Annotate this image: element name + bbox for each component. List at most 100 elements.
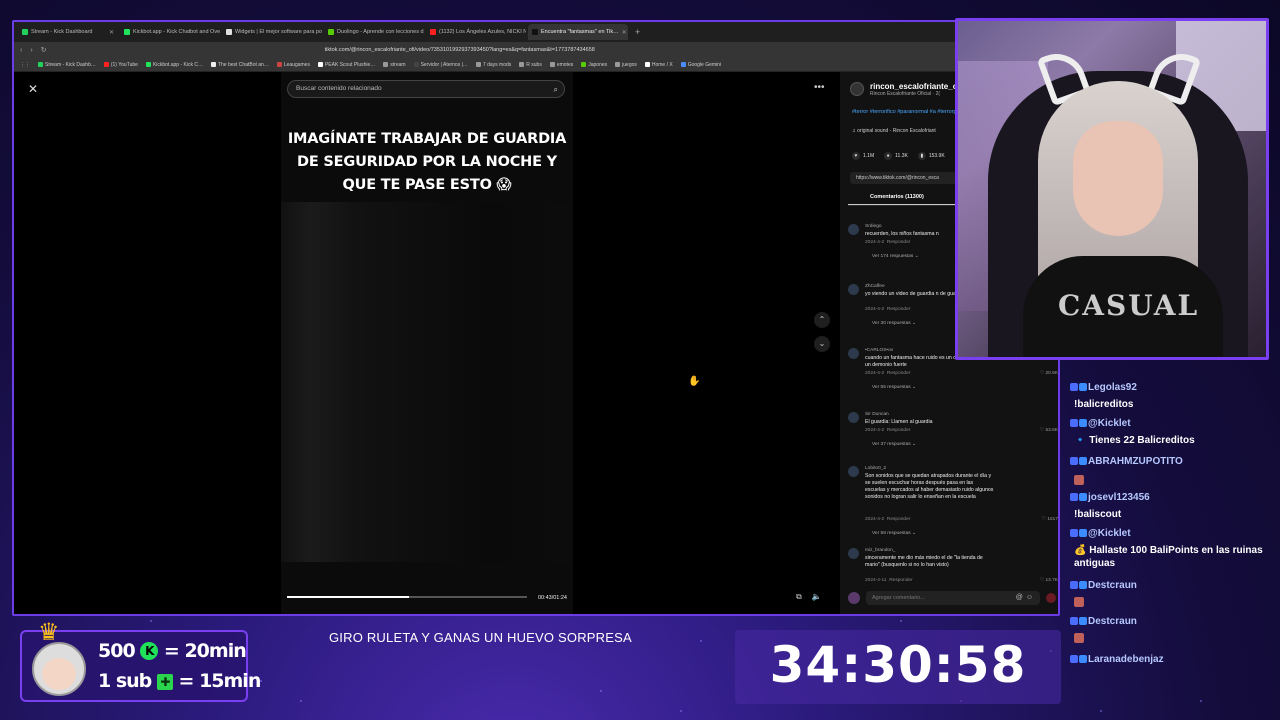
commenter-avatar[interactable] — [848, 412, 859, 423]
author-avatar[interactable] — [850, 82, 864, 96]
bookmark-item[interactable]: juegos — [615, 62, 637, 68]
chat-username[interactable]: @Kicklet — [1070, 418, 1131, 429]
bookmark-item[interactable]: Servidor | Aternos |… — [413, 62, 468, 68]
chat-username[interactable]: ABRAHMZUPOTITO — [1070, 456, 1183, 467]
close-tab-icon[interactable]: ✕ — [109, 29, 114, 36]
reply-button[interactable]: Responder — [889, 578, 912, 583]
chat-user-name[interactable]: Laranadebenjaz — [1088, 654, 1164, 665]
favicon-icon — [22, 29, 28, 35]
sound-label[interactable]: ♫ original sound - Rincon Escalofriant — [852, 128, 936, 134]
next-video-button[interactable]: ⌄ — [814, 336, 830, 352]
bookmark-item[interactable]: Kickbot.app - Kick C… — [145, 62, 203, 68]
bookmark-favicon-icon — [413, 62, 419, 67]
bookmark-item[interactable]: Google Gemini — [680, 62, 721, 68]
chat-username[interactable]: Legolas92 — [1070, 382, 1137, 393]
close-icon[interactable]: ✕ — [26, 82, 40, 96]
chat-username[interactable]: Laranadebenjaz — [1070, 654, 1164, 665]
bookmark-item[interactable]: emotes — [549, 62, 573, 68]
bookmark-item[interactable]: Home / X — [644, 62, 673, 68]
author-name[interactable]: rincon_escalofriante_of — [870, 82, 960, 91]
chat-username[interactable]: @Kicklet — [1070, 528, 1131, 539]
like-stat[interactable]: ♥ 1.1M — [852, 152, 874, 160]
previous-video-button[interactable]: ⌃ — [814, 312, 830, 328]
bookmark-item[interactable]: R subs — [519, 62, 542, 68]
comment-likes[interactable]: ♡ 20.6K — [1040, 371, 1058, 376]
bookmark-item[interactable]: PEAK Scout Plushie… — [317, 62, 375, 68]
commenter-name[interactable]: Lobito0_2 — [865, 466, 886, 471]
favicon-icon — [328, 29, 334, 35]
reply-button[interactable]: Responder — [887, 428, 910, 433]
chat-username[interactable]: josevl123456 — [1070, 492, 1150, 503]
reload-icon[interactable]: ↻ — [41, 46, 47, 54]
bookmark-item[interactable]: The best ChatBot an… — [210, 62, 269, 68]
commenter-name[interactable]: •CARLOS•ov — [865, 348, 893, 353]
commenter-name[interactable]: Srdiego — [865, 224, 882, 229]
chat-username[interactable]: Destcraun — [1070, 616, 1137, 627]
apps-icon[interactable]: ⋮⋮ — [20, 62, 30, 68]
browser-tab[interactable]: Widgets | El mejor software para po…✕ — [222, 24, 322, 40]
chat-user-name[interactable]: Destcraun — [1088, 580, 1137, 591]
bookmark-item[interactable]: (1) YouTube — [103, 62, 138, 68]
bookmark-label: juegos — [622, 61, 637, 68]
save-stat[interactable]: ▮ 153.9K — [917, 152, 945, 160]
tab-comments[interactable]: Comentarios (11300) — [870, 194, 924, 200]
new-tab-button[interactable]: + — [630, 27, 645, 37]
comment-stat[interactable]: ● 11.3K — [884, 152, 908, 160]
url-field[interactable]: tiktok.com/@rincon_escalofriante_ofi/vid… — [325, 47, 595, 53]
chat-user-name[interactable]: Legolas92 — [1088, 382, 1137, 393]
bookmark-item[interactable]: Leaugames — [276, 62, 310, 68]
video-progress-bar[interactable] — [287, 596, 527, 598]
commenter-name[interactable]: miz_brandon_ — [865, 548, 895, 553]
commenter-name[interactable]: ZhCaffee — [865, 284, 885, 289]
reply-button[interactable]: Responder — [887, 240, 910, 245]
comment-meta: 2024-4-11 Responder — [865, 578, 913, 583]
bookmark-item[interactable]: Stream - Kick Dashb… — [38, 62, 96, 68]
chat-username[interactable]: Destcraun — [1070, 580, 1137, 591]
commenter-avatar[interactable] — [848, 224, 859, 235]
bookmark-item[interactable]: 7 days mods — [475, 62, 511, 68]
comment-input[interactable]: Agregar comentario... @☺ — [866, 591, 1040, 605]
send-icon[interactable] — [1046, 593, 1056, 603]
emoji-icon[interactable]: @☺ — [1016, 591, 1036, 605]
browser-tab[interactable]: (1132) Los Ángeles Azules, NICKI NI…✕ — [426, 24, 526, 40]
view-replies-button[interactable]: Ver 30 respuestas ⌄ — [872, 321, 916, 326]
chat-user-name[interactable]: josevl123456 — [1088, 492, 1150, 503]
view-replies-button[interactable]: Ver 37 respuestas ⌄ — [872, 442, 916, 447]
view-replies-button[interactable]: Ver 174 respuestas ⌄ — [872, 254, 919, 259]
comment-likes[interactable]: ♡ 1617 — [1042, 517, 1058, 522]
view-replies-button[interactable]: Ver 55 respuestas ⌄ — [872, 385, 916, 390]
browser-tab[interactable]: Duolingo - Aprende con lecciones d…✕ — [324, 24, 424, 40]
view-replies-button[interactable]: Ver 58 respuestas ⌄ — [872, 531, 916, 536]
browser-tab[interactable]: Encuentra "fantasmas" en Tik… ✕ — [528, 24, 628, 40]
more-options-icon[interactable]: ••• — [814, 82, 825, 93]
chat-user-name[interactable]: @Kicklet — [1088, 528, 1131, 539]
commenter-avatar[interactable] — [848, 348, 859, 359]
bookmark-item[interactable]: Japones — [581, 62, 607, 68]
video-player[interactable]: Buscar contenido relacionado ⌕ IMAGÍNATE… — [281, 72, 573, 614]
volume-icon[interactable]: 🔈 — [812, 592, 822, 602]
commenter-name[interactable]: Sir Duncan — [865, 412, 889, 417]
chat-user-name[interactable]: Destcraun — [1088, 616, 1137, 627]
related-search-input[interactable]: Buscar contenido relacionado ⌕ — [287, 80, 565, 98]
reply-button[interactable]: Responder — [887, 517, 910, 522]
back-icon[interactable]: ‹ — [20, 47, 22, 54]
comment-likes[interactable]: ♡ 53.6K — [1040, 428, 1058, 433]
bookmark-favicon-icon — [145, 62, 151, 67]
commenter-avatar[interactable] — [848, 548, 859, 559]
reply-button[interactable]: Responder — [887, 371, 910, 376]
browser-tab[interactable]: Kickbot.app - Kick Chatbot and Overl…✕ — [120, 24, 220, 40]
close-tab-icon[interactable]: ✕ — [622, 29, 627, 36]
commenter-avatar[interactable] — [848, 466, 859, 477]
reply-button[interactable]: Responder — [887, 307, 910, 312]
bookmark-item[interactable]: stream — [383, 62, 406, 68]
subathon-goal-widget: ♛ 500 K = 20min 1 sub ✚ = 15min — [20, 619, 261, 702]
browser-tab[interactable]: Stream - Kick Dashboard ✕ — [18, 24, 118, 40]
comment-likes[interactable]: ♡ 13.7K — [1040, 578, 1058, 583]
chat-user-name[interactable]: @Kicklet — [1088, 418, 1131, 429]
search-icon[interactable]: ⌕ — [554, 82, 558, 98]
pip-icon[interactable]: ⧉ — [796, 592, 802, 602]
commenter-avatar[interactable] — [848, 284, 859, 295]
author-header[interactable]: rincon_escalofriante_of Rincon Escalofri… — [850, 82, 960, 97]
forward-icon[interactable]: › — [30, 47, 32, 54]
chat-user-name[interactable]: ABRAHMZUPOTITO — [1088, 456, 1183, 467]
